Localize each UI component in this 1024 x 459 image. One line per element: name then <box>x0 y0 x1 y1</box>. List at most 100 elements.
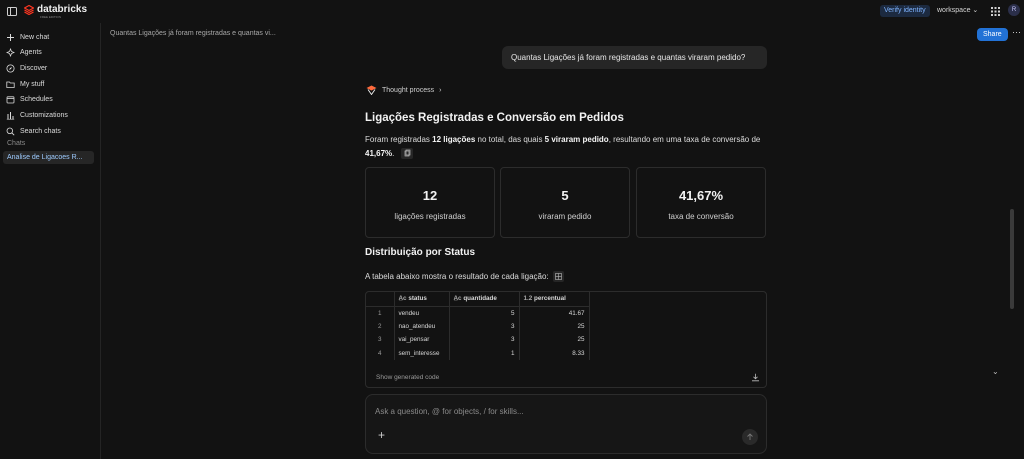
sidebar-item-label: Agents <box>20 48 42 56</box>
column-header-status[interactable]: A̲c status <box>394 292 450 307</box>
cell-percentual: 25 <box>519 319 590 333</box>
table-header-row: A̲c status A̲c quantidade 1.2 percentual <box>366 292 590 307</box>
logo-text: databricks <box>37 4 88 15</box>
metric-label: taxa de conversão <box>668 212 734 221</box>
copy-icon[interactable] <box>400 148 413 160</box>
result-table-container: A̲c status A̲c quantidade 1.2 percentual… <box>365 291 767 388</box>
verify-identity-button[interactable]: Verify identity <box>880 5 930 17</box>
logo-subtitle: FREE EDITION <box>40 15 62 19</box>
chats-section-label: Chats <box>7 140 26 147</box>
sidebar: New chat Agents Discover My stuff Schedu… <box>0 23 101 459</box>
main-content: Quantas Ligações já foram registradas e … <box>102 23 1024 459</box>
scrollbar-thumb[interactable] <box>1010 209 1014 309</box>
sidebar-item-label: Customizations <box>20 111 68 119</box>
folder-icon <box>6 81 15 88</box>
cell-quantidade: 3 <box>449 333 520 347</box>
table-row: 3 vai_pensar 3 25 <box>366 333 590 347</box>
summary-text: . <box>392 149 395 158</box>
scroll-down-icon[interactable]: ⌄ <box>992 367 999 376</box>
chat-input-box: + <box>365 394 767 454</box>
metric-value: 41,67% <box>678 188 724 203</box>
summary-text: no total, das quais <box>475 135 545 144</box>
sidebar-item-label: Search chats <box>20 127 61 135</box>
download-icon[interactable] <box>751 373 760 384</box>
summary-bold: 41,67% <box>365 149 393 158</box>
workspace-selector[interactable]: workspace ⌄ <box>937 5 978 17</box>
row-index: 4 <box>366 346 395 360</box>
sidebar-item-label: My stuff <box>20 80 45 88</box>
arrow-up-icon <box>747 433 753 440</box>
metric-card: 12 ligações registradas <box>365 167 495 238</box>
cell-percentual: 41.67 <box>519 306 590 320</box>
metric-label: viraram pedido <box>538 212 592 221</box>
show-generated-code-link[interactable]: Show generated code <box>376 374 439 381</box>
bars-icon <box>6 111 15 119</box>
section-title: Distribuição por Status <box>365 247 476 258</box>
number-type-icon: 1.2 <box>523 295 533 303</box>
sidebar-item-discover[interactable]: Discover <box>6 62 47 74</box>
sidebar-item-label: Discover <box>20 64 48 72</box>
table-intro: A tabela abaixo mostra o resultado de ca… <box>365 271 564 282</box>
share-button[interactable]: Share <box>977 28 1008 41</box>
sidebar-toggle-icon[interactable] <box>6 5 18 17</box>
column-header-label: percentual <box>534 295 566 303</box>
result-table: A̲c status A̲c quantidade 1.2 percentual… <box>366 292 590 360</box>
column-header-label: quantidade <box>463 295 497 303</box>
more-options-icon[interactable]: ⋯ <box>1012 27 1021 38</box>
sidebar-item-customizations[interactable]: Customizations <box>6 109 68 121</box>
agents-icon <box>6 47 15 57</box>
cell-status: vai_pensar <box>394 333 450 347</box>
user-message: Quantas Ligações já foram registradas e … <box>502 46 767 69</box>
metric-label: ligações registradas <box>394 212 466 221</box>
table-row: 2 nao_atendeu 3 25 <box>366 319 590 333</box>
search-icon <box>6 127 15 136</box>
row-index: 3 <box>366 333 395 347</box>
cell-quantidade: 3 <box>449 319 520 333</box>
table-intro-text: A tabela abaixo mostra o resultado de ca… <box>365 272 549 281</box>
sidebar-item-new-chat[interactable]: New chat <box>6 31 49 43</box>
add-attachment-icon[interactable]: + <box>378 428 385 442</box>
send-button[interactable] <box>742 429 758 445</box>
chat-item[interactable]: Analise de Ligacoes R... <box>3 151 94 164</box>
table-row: 1 vendeu 5 41.67 <box>366 306 590 320</box>
thought-process-label: Thought process <box>382 86 435 94</box>
top-bar: databricks FREE EDITION Verify identity … <box>0 0 1024 23</box>
cell-status: vendeu <box>394 306 450 320</box>
databricks-logo-icon <box>24 4 34 15</box>
metric-value: 12 <box>422 188 438 203</box>
cell-percentual: 25 <box>519 333 590 347</box>
column-header-label: status <box>408 295 427 303</box>
breadcrumb: Quantas Ligações já foram registradas e … <box>110 30 276 37</box>
cell-quantidade: 5 <box>449 306 520 320</box>
answer-title: Ligações Registradas e Conversão em Pedi… <box>365 112 624 124</box>
cell-status: nao_atendeu <box>394 319 450 333</box>
summary-text: , resultando em uma taxa de conversão de <box>608 135 761 144</box>
sidebar-item-agents[interactable]: Agents <box>6 46 42 58</box>
metric-card: 5 viraram pedido <box>500 167 630 238</box>
databricks-logo[interactable]: databricks <box>24 4 87 15</box>
string-type-icon: A̲c <box>453 295 462 303</box>
plus-icon <box>7 33 14 41</box>
sidebar-item-schedules[interactable]: Schedules <box>6 93 53 105</box>
cell-status: sem_interesse <box>394 346 450 360</box>
chevron-down-icon: ⌄ <box>972 7 979 14</box>
sidebar-item-my-stuff[interactable]: My stuff <box>6 78 44 90</box>
sidebar-item-search-chats[interactable]: Search chats <box>6 125 61 137</box>
row-index: 2 <box>366 319 395 333</box>
workspace-label: workspace <box>937 7 971 14</box>
cell-percentual: 8.33 <box>519 346 590 360</box>
table-icon[interactable] <box>552 271 564 282</box>
metric-card: 41,67% taxa de conversão <box>636 167 766 238</box>
chat-input[interactable] <box>375 407 755 416</box>
column-header-percentual[interactable]: 1.2 percentual <box>519 292 590 307</box>
sidebar-item-label: New chat <box>20 33 50 41</box>
avatar[interactable]: R <box>1008 4 1020 16</box>
column-header-quantidade[interactable]: A̲c quantidade <box>449 292 520 307</box>
calendar-icon <box>6 95 15 103</box>
summary-text: Foram registradas <box>365 135 433 144</box>
metric-value: 5 <box>561 188 569 203</box>
thought-process-toggle[interactable]: Thought process › <box>366 85 442 95</box>
summary-bold: 12 ligações <box>432 135 476 144</box>
chevron-right-icon: › <box>439 86 442 94</box>
apps-grid-icon[interactable] <box>989 5 1001 17</box>
